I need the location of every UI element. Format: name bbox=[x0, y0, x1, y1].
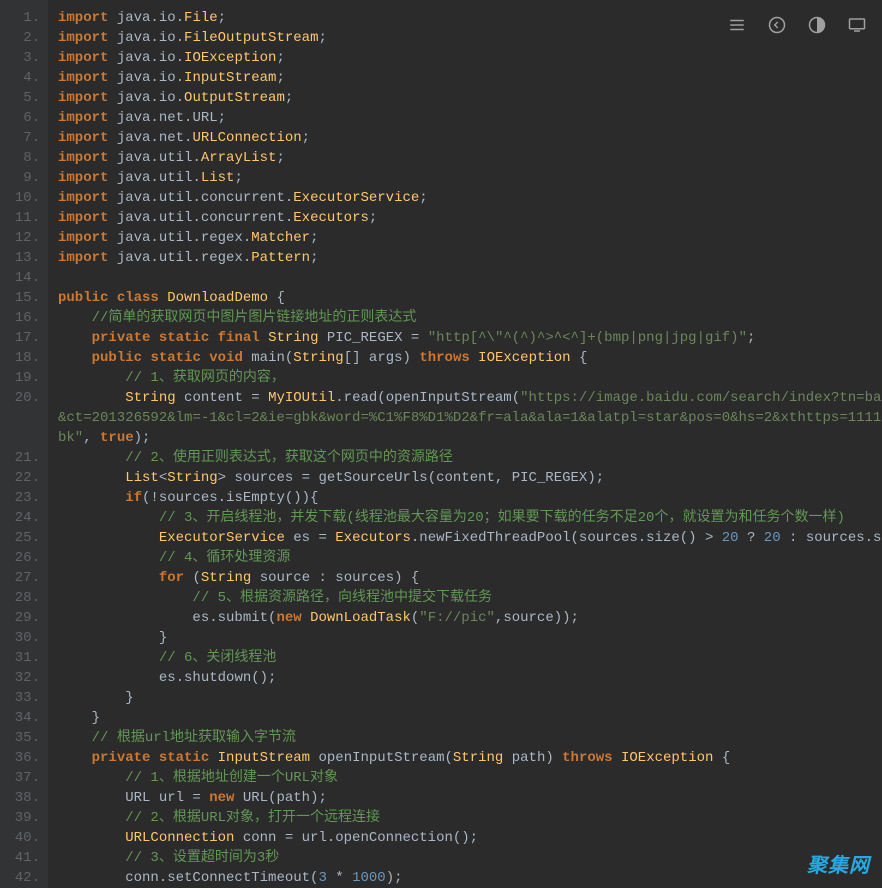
code-line: URLConnection conn = url.openConnection(… bbox=[58, 828, 882, 848]
line-number: 29. bbox=[4, 608, 40, 628]
toolbar bbox=[728, 16, 866, 41]
line-number: 35. bbox=[4, 728, 40, 748]
code-line: // 3、开启线程池，并发下载(线程池最大容量为20；如果要下载的任务不足20个… bbox=[58, 508, 882, 528]
code-line: // 3、设置超时间为3秒 bbox=[58, 848, 882, 868]
line-number: 30. bbox=[4, 628, 40, 648]
code-line: // 4、循环处理资源 bbox=[58, 548, 882, 568]
line-number: 4. bbox=[4, 68, 40, 88]
code-line: import java.util.concurrent.ExecutorServ… bbox=[58, 188, 882, 208]
line-number: 27. bbox=[4, 568, 40, 588]
code-line: import java.util.ArrayList; bbox=[58, 148, 882, 168]
line-number: 19. bbox=[4, 368, 40, 388]
line-number: 36. bbox=[4, 748, 40, 768]
code-line: import java.io.OutputStream; bbox=[58, 88, 882, 108]
line-number: 26. bbox=[4, 548, 40, 568]
line-number: 9. bbox=[4, 168, 40, 188]
code-line: import java.net.URL; bbox=[58, 108, 882, 128]
line-number: 39. bbox=[4, 808, 40, 828]
code-line: import java.util.List; bbox=[58, 168, 882, 188]
line-number: 13. bbox=[4, 248, 40, 268]
code-line: } bbox=[58, 708, 882, 728]
code-line: public class DownloadDemo { bbox=[58, 288, 882, 308]
code-line: import java.io.IOException; bbox=[58, 48, 882, 68]
line-number: 40. bbox=[4, 828, 40, 848]
line-number: 23. bbox=[4, 488, 40, 508]
code-line: //简单的获取网页中图片图片链接地址的正则表达式 bbox=[58, 308, 882, 328]
code-area[interactable]: import java.io.File;import java.io.FileO… bbox=[48, 0, 882, 888]
line-number: 12. bbox=[4, 228, 40, 248]
line-number bbox=[4, 428, 40, 448]
watermark: 聚集网 bbox=[807, 856, 870, 876]
line-number: 15. bbox=[4, 288, 40, 308]
code-line: bk", true); bbox=[58, 428, 882, 448]
line-number: 17. bbox=[4, 328, 40, 348]
code-line: conn.setConnectTimeout(3 * 1000); bbox=[58, 868, 882, 888]
line-number: 38. bbox=[4, 788, 40, 808]
line-number: 28. bbox=[4, 588, 40, 608]
line-number: 8. bbox=[4, 148, 40, 168]
line-number: 37. bbox=[4, 768, 40, 788]
code-line: // 1、获取网页的内容， bbox=[58, 368, 882, 388]
contrast-icon[interactable] bbox=[808, 16, 826, 41]
line-number: 31. bbox=[4, 648, 40, 668]
line-number: 32. bbox=[4, 668, 40, 688]
code-line: public static void main(String[] args) t… bbox=[58, 348, 882, 368]
line-number: 3. bbox=[4, 48, 40, 68]
code-line: es.shutdown(); bbox=[58, 668, 882, 688]
line-number: 42. bbox=[4, 868, 40, 888]
editor-container: 1.2.3.4.5.6.7.8.9.10.11.12.13.14.15.16.1… bbox=[0, 0, 882, 888]
code-line: import java.util.regex.Matcher; bbox=[58, 228, 882, 248]
code-line: if(!sources.isEmpty()){ bbox=[58, 488, 882, 508]
line-number: 34. bbox=[4, 708, 40, 728]
line-number: 22. bbox=[4, 468, 40, 488]
line-number: 33. bbox=[4, 688, 40, 708]
line-number: 25. bbox=[4, 528, 40, 548]
code-line: // 根据url地址获取输入字节流 bbox=[58, 728, 882, 748]
line-number: 41. bbox=[4, 848, 40, 868]
monitor-icon[interactable] bbox=[848, 16, 866, 41]
line-number: 16. bbox=[4, 308, 40, 328]
code-line: // 1、根据地址创建一个URL对象 bbox=[58, 768, 882, 788]
code-line: &ct=201326592&lm=-1&cl=2&ie=gbk&word=%C1… bbox=[58, 408, 882, 428]
code-line: // 2、根据URL对象，打开一个远程连接 bbox=[58, 808, 882, 828]
code-line: import java.util.regex.Pattern; bbox=[58, 248, 882, 268]
code-line: ExecutorService es = Executors.newFixedT… bbox=[58, 528, 882, 548]
code-line: URL url = new URL(path); bbox=[58, 788, 882, 808]
code-line: } bbox=[58, 688, 882, 708]
code-line: import java.io.InputStream; bbox=[58, 68, 882, 88]
line-number: 14. bbox=[4, 268, 40, 288]
line-number: 20. bbox=[4, 388, 40, 408]
line-number: 10. bbox=[4, 188, 40, 208]
code-line: String content = MyIOUtil.read(openInput… bbox=[58, 388, 882, 408]
line-number: 1. bbox=[4, 8, 40, 28]
line-number: 2. bbox=[4, 28, 40, 48]
code-line: // 5、根据资源路径，向线程池中提交下载任务 bbox=[58, 588, 882, 608]
line-number: 5. bbox=[4, 88, 40, 108]
line-number-gutter: 1.2.3.4.5.6.7.8.9.10.11.12.13.14.15.16.1… bbox=[0, 0, 48, 888]
code-line: // 2、使用正则表达式，获取这个网页中的资源路径 bbox=[58, 448, 882, 468]
code-line: private static InputStream openInputStre… bbox=[58, 748, 882, 768]
line-number: 18. bbox=[4, 348, 40, 368]
code-line: import java.net.URLConnection; bbox=[58, 128, 882, 148]
code-line: private static final String PIC_REGEX = … bbox=[58, 328, 882, 348]
code-line: } bbox=[58, 628, 882, 648]
line-number: 11. bbox=[4, 208, 40, 228]
code-line: import java.util.concurrent.Executors; bbox=[58, 208, 882, 228]
list-icon[interactable] bbox=[728, 16, 746, 41]
arrow-left-icon[interactable] bbox=[768, 16, 786, 41]
code-line: // 6、关闭线程池 bbox=[58, 648, 882, 668]
line-number bbox=[4, 408, 40, 428]
code-line: for (String source : sources) { bbox=[58, 568, 882, 588]
line-number: 21. bbox=[4, 448, 40, 468]
code-line: List<String> sources = getSourceUrls(con… bbox=[58, 468, 882, 488]
line-number: 6. bbox=[4, 108, 40, 128]
code-line bbox=[58, 268, 882, 288]
line-number: 24. bbox=[4, 508, 40, 528]
line-number: 7. bbox=[4, 128, 40, 148]
code-line: es.submit(new DownLoadTask("F://pic",sou… bbox=[58, 608, 882, 628]
